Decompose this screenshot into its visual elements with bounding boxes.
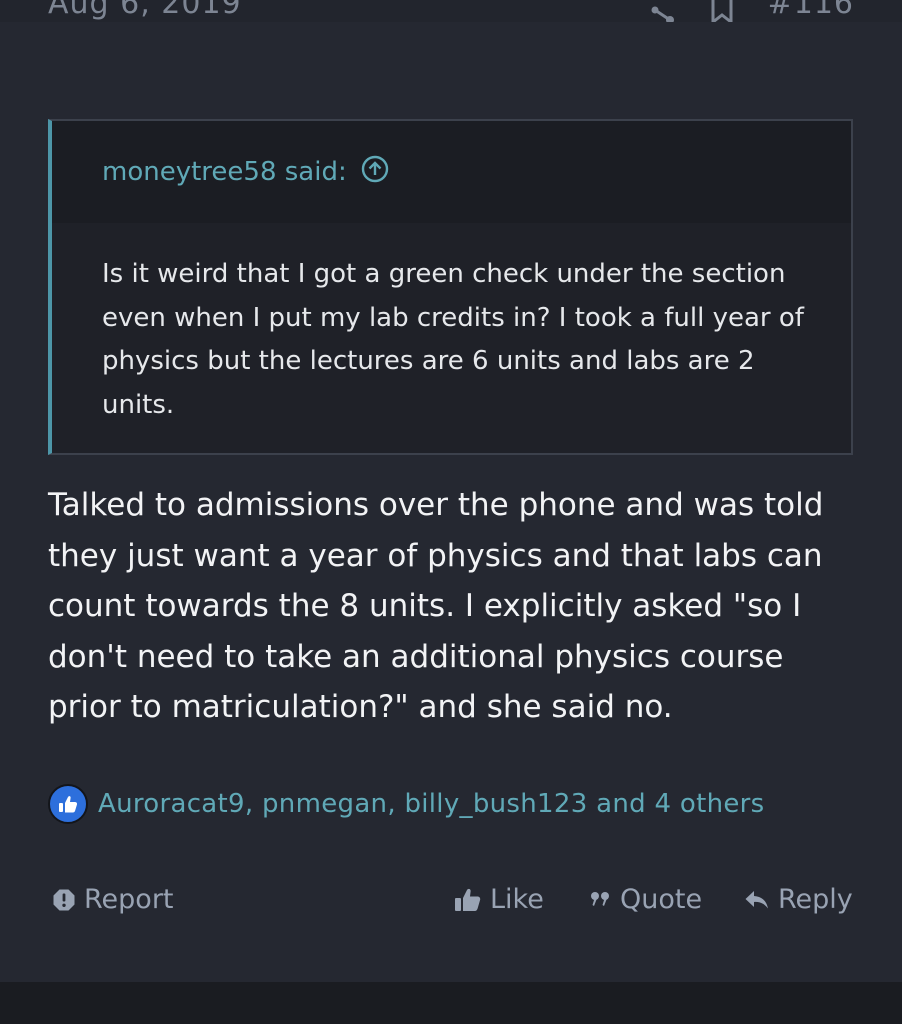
like-label: Like xyxy=(490,884,544,915)
post-date[interactable]: Aug 6, 2019 xyxy=(48,0,242,21)
post-body-text: Talked to admissions over the phone and … xyxy=(48,487,824,725)
reply-button[interactable]: Reply xyxy=(744,884,853,915)
like-button[interactable]: Like xyxy=(454,884,544,915)
post-actions: Report Like Quote Reply xyxy=(52,884,853,924)
reaction-users-link[interactable]: Auroracat9, pnmegan, billy_bush123 and 4… xyxy=(98,789,765,819)
quote-label: Quote xyxy=(620,884,703,915)
quote-text: Is it weird that I got a green check und… xyxy=(102,259,804,420)
like-icon xyxy=(455,888,481,911)
post-header-actions: #116 xyxy=(650,0,854,22)
bottom-bar xyxy=(0,982,902,1024)
reply-label: Reply xyxy=(778,884,853,915)
share-icon[interactable] xyxy=(650,0,676,22)
reply-icon xyxy=(745,890,768,908)
quote-icon xyxy=(591,891,609,906)
report-icon xyxy=(53,889,75,910)
post-header: Aug 6, 2019 #116 xyxy=(0,0,902,22)
quote-header[interactable]: moneytree58 said: xyxy=(52,121,851,223)
post-number-link[interactable]: #116 xyxy=(768,0,854,21)
report-button[interactable]: Report xyxy=(52,884,174,915)
quote-button[interactable]: Quote xyxy=(590,884,702,915)
reactions-bar: Auroracat9, pnmegan, billy_bush123 and 4… xyxy=(48,784,765,824)
quote-author[interactable]: moneytree58 said: xyxy=(102,157,347,187)
report-label: Report xyxy=(84,884,174,915)
bookmark-icon[interactable] xyxy=(710,0,734,22)
jump-to-quote-icon[interactable] xyxy=(361,155,389,190)
quoted-post: moneytree58 said: Is it weird that I got… xyxy=(48,119,853,455)
thumbs-up-icon xyxy=(48,784,88,824)
